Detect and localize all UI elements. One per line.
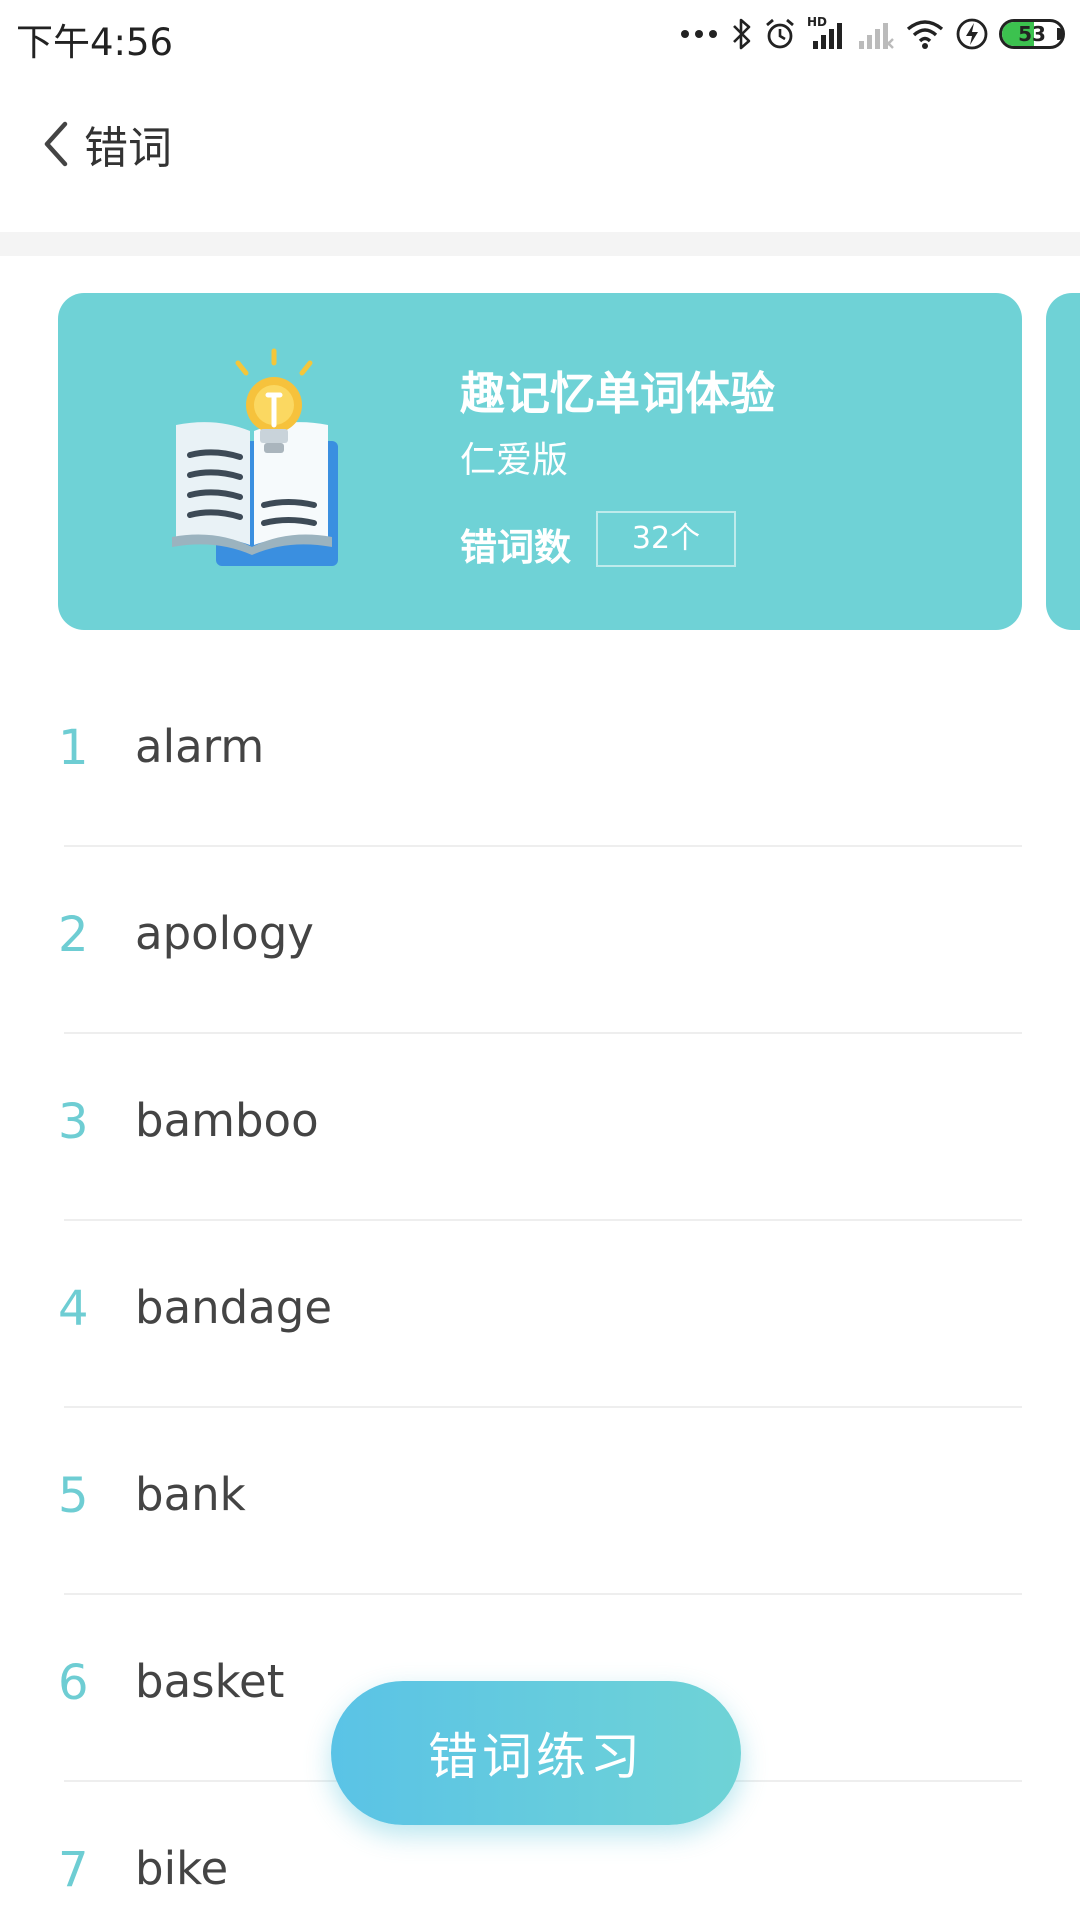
- battery-level-text: 53: [1018, 22, 1046, 46]
- wordbook-card[interactable]: 趣记忆单词体验 仁爱版 错词数 32个: [58, 293, 1022, 630]
- word-index: 3: [58, 1094, 89, 1150]
- card-count-label: 错词数: [460, 526, 571, 569]
- word-index: 5: [58, 1468, 89, 1524]
- cell-signal-weak-icon: [859, 23, 894, 49]
- back-button[interactable]: 错词: [42, 114, 172, 174]
- practice-button[interactable]: 错词练习: [331, 1681, 741, 1825]
- card-subtitle: 仁爱版: [460, 440, 569, 481]
- card-count-value: 32个: [596, 511, 736, 567]
- bluetooth-icon: [733, 18, 751, 50]
- status-bar: 下午4:56 HD 53: [0, 0, 1080, 66]
- status-time: 下午4:56: [16, 21, 174, 64]
- header-divider: [0, 232, 1080, 256]
- word-list-item[interactable]: 4 bandage: [0, 1221, 1080, 1408]
- alarm-icon: [766, 18, 794, 49]
- cell-signal-hd-icon: HD: [807, 15, 847, 51]
- chevron-left-icon: [44, 121, 68, 167]
- word-text: bamboo: [135, 1094, 319, 1147]
- word-text: alarm: [135, 720, 265, 773]
- word-text: bike: [135, 1842, 229, 1895]
- word-text: bank: [135, 1468, 246, 1521]
- word-index: 2: [58, 907, 89, 963]
- status-icons: HD 53: [681, 10, 1065, 58]
- practice-button-label: 错词练习: [428, 1728, 644, 1786]
- book-lightbulb-icon: [172, 348, 338, 566]
- next-card-peek[interactable]: [1046, 293, 1080, 630]
- word-list-item[interactable]: 2 apology: [0, 847, 1080, 1034]
- battery-icon: 53: [999, 19, 1065, 49]
- more-dots-icon: [681, 30, 717, 38]
- word-text: bandage: [135, 1281, 333, 1334]
- page-title: 错词: [84, 123, 172, 174]
- card-title: 趣记忆单词体验: [460, 367, 776, 420]
- word-list-item[interactable]: 1 alarm: [0, 660, 1080, 847]
- header: 错词: [0, 66, 1080, 232]
- word-list-item[interactable]: 3 bamboo: [0, 1034, 1080, 1221]
- word-index: 1: [58, 720, 89, 776]
- charging-icon: [956, 18, 988, 50]
- word-text: apology: [135, 907, 314, 960]
- word-index: 7: [58, 1842, 89, 1898]
- word-index: 4: [58, 1281, 89, 1337]
- word-index: 6: [58, 1655, 89, 1711]
- word-text: basket: [135, 1655, 285, 1708]
- word-list-item[interactable]: 5 bank: [0, 1408, 1080, 1595]
- wifi-icon: [906, 20, 944, 49]
